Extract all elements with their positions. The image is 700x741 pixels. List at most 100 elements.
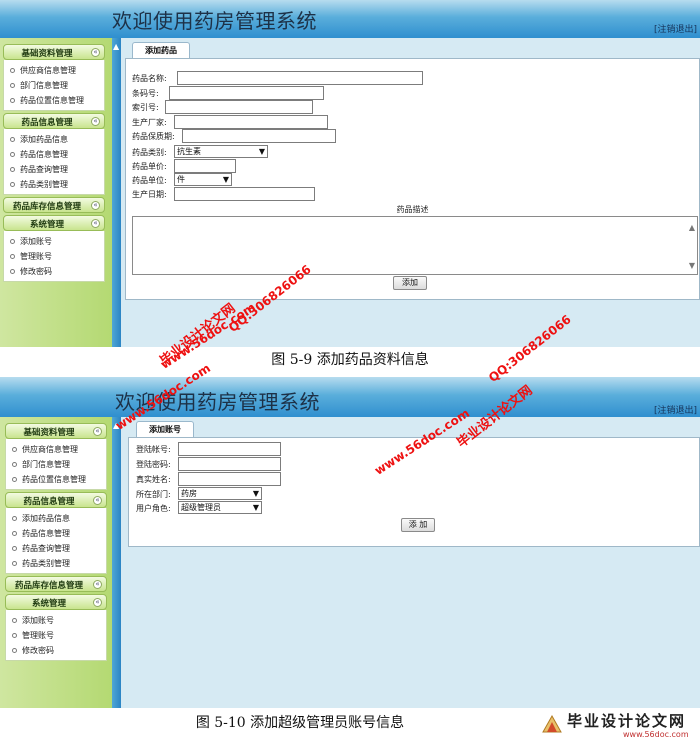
sidebar-section-body: 添加账号 管理账号 修改密码 [5,610,107,661]
figure-caption-5-9: 图 5-9 添加药品资料信息 [271,352,429,368]
sidebar-item[interactable]: 添加账号 [6,613,106,628]
sidebar-item-label: 添加账号 [20,237,52,246]
sidebar-section-header[interactable]: 系统管理 « [5,594,107,610]
login-account-input[interactable] [178,442,281,456]
chevron-down-icon: ▼ [222,175,229,184]
description-textarea[interactable]: ▲ ▼ [132,216,698,275]
field-label: 用户角色: [136,504,171,513]
collapse-toggle-icon[interactable]: « [91,48,100,57]
sidebar-item[interactable]: 部门信息管理 [4,78,104,93]
tab-add-account[interactable]: 添加账号 [136,421,194,437]
form-row-barcode: 条码号: [132,86,432,101]
bullet-icon [10,68,15,73]
real-name-input[interactable] [178,472,281,486]
field-label: 生产日期: [132,190,167,199]
sidebar-section-header[interactable]: 药品库存信息管理 « [3,197,105,213]
collapse-toggle-icon[interactable]: « [93,427,102,436]
sidebar-item[interactable]: 供应商信息管理 [4,63,104,78]
sidebar-section-body: 供应商信息管理 部门信息管理药品位置信息管理 [5,439,107,490]
sidebar-item[interactable]: 添加账号 [4,234,104,249]
bullet-icon [10,98,15,103]
sidebar-item[interactable]: 药品类别管理 [4,177,104,192]
tab-add-medicine[interactable]: 添加药品 [132,42,190,58]
collapse-toggle-icon[interactable]: « [93,598,102,607]
field-label: 索引号: [132,103,159,112]
sidebar-item-label: 管理账号 [20,252,52,261]
chevron-down-icon: ▼ [252,489,259,498]
sidebar-item[interactable]: 药品位置信息管理 [4,93,104,108]
category-select[interactable]: 抗生素 ▼ [174,145,268,158]
sidebar-item[interactable]: 添加药品信息 [4,132,104,147]
manufacturer-input[interactable] [174,115,328,129]
chevron-down-icon: ▼ [252,503,259,512]
logout-link[interactable]: [注销退出] [654,22,697,35]
scroll-down-icon[interactable]: ▼ [689,261,695,270]
collapse-toggle-icon[interactable]: « [93,580,102,589]
sidebar: 基础资料管理 « 供应商信息管理 部门信息管理 药品位置信息管理 药品信息管理 « 添加药品信… [0,38,112,347]
sidebar-item-label: 添加药品信息 [20,135,68,144]
bullet-icon [12,561,17,566]
sidebar: 基础资料管理 « 供应商信息管理 部门信息管理 药品位置信息管理 药品信息管理 « 添加药品信… [0,417,112,708]
login-password-input[interactable] [178,457,281,471]
sidebar-collapse-bar[interactable]: ▲ [112,38,121,347]
sidebar-item[interactable]: 药品信息管理 [4,147,104,162]
scroll-up-icon[interactable]: ▲ [689,223,695,232]
sidebar-item[interactable]: 修改密码 [6,643,106,658]
sidebar-item-label: 修改密码 [20,267,52,276]
unit-selected-value: 件 [177,175,185,184]
sidebar-item[interactable]: 修改密码 [4,264,104,279]
sidebar-section-header[interactable]: 药品库存信息管理 « [5,576,107,592]
sidebar-item[interactable]: 药品类别管理 [6,556,106,571]
logout-link[interactable]: [注销退出] [654,403,697,416]
collapse-arrow-icon[interactable]: ▲ [113,42,119,51]
sidebar-item-label: 药品查询管理 [22,544,70,553]
sidebar-item-label: 药品位置信息管理 [22,475,86,484]
sidebar-item[interactable]: 部门信息管理 [6,457,106,472]
sidebar-item-label: 部门信息管理 [20,81,68,90]
bullet-icon [12,531,17,536]
unit-price-input[interactable] [174,159,236,173]
bullet-icon [10,167,15,172]
sidebar-item[interactable]: 药品信息管理 [6,526,106,541]
bullet-icon [10,83,15,88]
collapse-toggle-icon[interactable]: « [91,219,100,228]
user-role-select[interactable]: 超级管理员 ▼ [178,501,262,514]
sidebar-item[interactable]: 药品查询管理 [4,162,104,177]
unit-select[interactable]: 件 ▼ [174,173,232,186]
collapse-toggle-icon[interactable]: « [93,496,102,505]
bullet-icon [12,516,17,521]
collapse-toggle-icon[interactable]: « [91,117,100,126]
medicine-name-input[interactable] [177,71,423,85]
bullet-icon [12,618,17,623]
site-logo: 毕业设计论文网 www.56doc.com [541,710,700,741]
sidebar-item[interactable]: 药品位置信息管理 [6,472,106,487]
production-date-input[interactable] [174,187,315,201]
sidebar-item[interactable]: 管理账号 [6,628,106,643]
sidebar-collapse-bar[interactable]: ▲ [112,417,121,708]
sidebar-section-header[interactable]: 基础资料管理 « [5,423,107,439]
sidebar-item[interactable]: 药品查询管理 [6,541,106,556]
department-selected-value: 药房 [181,489,197,498]
sidebar-section-header[interactable]: 药品信息管理 « [5,492,107,508]
category-selected-value: 抗生素 [177,147,201,156]
form-row-shelf-life: 药品保质期: [132,129,432,144]
collapse-toggle-icon[interactable]: « [91,201,100,210]
department-select[interactable]: 药房 ▼ [178,487,262,500]
index-number-input[interactable] [165,100,313,114]
add-account-button[interactable]: 添 加 [401,518,435,532]
sidebar-section-header[interactable]: 系统管理 « [3,215,105,231]
form-row-real-name: 真实姓名: [136,472,436,487]
field-label: 登陆帐号: [136,445,171,454]
form-row-manufacturer: 生产厂家: [132,115,432,130]
sidebar-item[interactable]: 供应商信息管理 [6,442,106,457]
sidebar-section-header[interactable]: 药品信息管理 « [3,113,105,129]
sidebar-item[interactable]: 添加药品信息 [6,511,106,526]
sidebar-section-header[interactable]: 基础资料管理 « [3,44,105,60]
barcode-input[interactable] [169,86,324,100]
sidebar-section-title: 系统管理 [29,220,64,230]
add-medicine-button[interactable]: 添加 [393,276,427,290]
role-selected-value: 超级管理员 [181,503,221,512]
shelf-life-input[interactable] [182,129,336,143]
sidebar-item[interactable]: 管理账号 [4,249,104,264]
field-label: 药品类别: [132,148,167,157]
